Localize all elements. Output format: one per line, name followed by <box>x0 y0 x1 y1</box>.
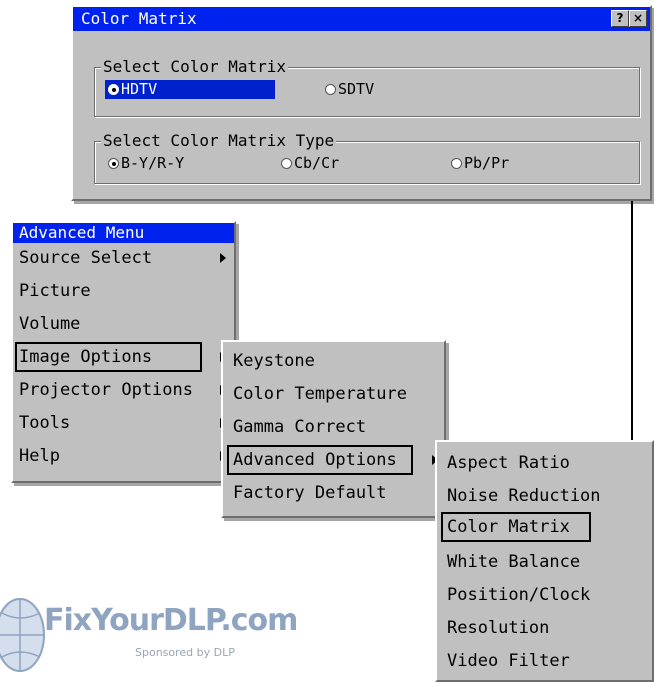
group-label: Select Color Matrix <box>101 57 289 77</box>
help-button[interactable]: ? <box>611 10 629 27</box>
radio-label: HDTV <box>121 80 158 98</box>
dialog-title: Color Matrix <box>81 9 197 28</box>
menu-item-source-select[interactable]: Source Select <box>13 243 234 273</box>
menu-item-resolution[interactable]: Resolution <box>441 613 650 643</box>
menu-item-label: Position/Clock <box>447 585 591 605</box>
menu-item-label: Image Options <box>15 342 202 372</box>
menu-item-projector-options[interactable]: Projector Options <box>13 375 234 405</box>
menu-item-label: Tools <box>19 413 71 433</box>
radio-off-icon <box>451 158 462 169</box>
radio-by-ry[interactable]: B-Y/R-Y <box>108 154 184 173</box>
menu-item-keystone[interactable]: Keystone <box>227 346 442 376</box>
radio-on-icon <box>108 84 119 95</box>
menu-item-label: Color Matrix <box>441 512 591 542</box>
select-color-matrix-type-group: Select Color Matrix Type B-Y/R-Y Cb/Cr P… <box>94 131 640 184</box>
menu-item-label: Noise Reduction <box>447 486 601 506</box>
menu-item-image-options[interactable]: Image Options <box>13 342 234 372</box>
radio-cb-cr[interactable]: Cb/Cr <box>281 154 339 173</box>
menu-item-label: Advanced Options <box>227 445 413 475</box>
watermark: FixYourDLP.com Sponsored by DLP <box>0 585 300 682</box>
menu-item-video-filter[interactable]: Video Filter <box>441 646 650 676</box>
radio-label: Pb/Pr <box>464 154 510 172</box>
select-color-matrix-group: Select Color Matrix HDTV SDTV <box>94 57 640 117</box>
menu-item-advanced-options[interactable]: Advanced Options <box>227 445 442 475</box>
menu-item-label: Video Filter <box>447 651 570 671</box>
menu-item-label: Help <box>19 446 60 466</box>
radio-pb-pr[interactable]: Pb/Pr <box>451 154 509 173</box>
menu-item-label: White Balance <box>447 552 581 572</box>
color-matrix-dialog: Color Matrix ? × Select Color Matrix HDT… <box>71 5 652 201</box>
menu-item-label: Factory Default <box>233 483 387 503</box>
menu-item-color-matrix[interactable]: Color Matrix <box>441 512 650 542</box>
radio-label: Cb/Cr <box>294 154 340 172</box>
menu-item-tools[interactable]: Tools <box>13 408 234 438</box>
radio-hdtv[interactable]: HDTV <box>105 80 275 99</box>
menu-item-noise-reduction[interactable]: Noise Reduction <box>441 481 650 511</box>
watermark-text: FixYourDLP.com <box>44 603 298 638</box>
watermark-sponsor: Sponsored by DLP <box>135 646 235 659</box>
menu-item-label: Source Select <box>19 248 153 268</box>
advanced-menu-title: Advanced Menu <box>13 223 234 243</box>
group-label: Select Color Matrix Type <box>101 131 337 151</box>
menu-item-label: Volume <box>19 314 81 334</box>
radio-off-icon <box>281 158 292 169</box>
menu-item-label: Projector Options <box>19 380 193 400</box>
advanced-options-menu: Aspect Ratio Noise Reduction Color Matri… <box>435 440 654 682</box>
radio-label: SDTV <box>338 80 375 98</box>
menu-item-label: Color Temperature <box>233 384 407 404</box>
menu-item-help[interactable]: Help <box>13 441 234 471</box>
menu-item-label: Aspect Ratio <box>447 453 570 473</box>
advanced-menu: Advanced Menu Source Select Picture Volu… <box>11 221 236 483</box>
menu-item-picture[interactable]: Picture <box>13 276 234 306</box>
menu-item-white-balance[interactable]: White Balance <box>441 547 650 577</box>
menu-item-label: Picture <box>19 281 91 301</box>
menu-item-gamma-correct[interactable]: Gamma Correct <box>227 412 442 442</box>
menu-item-aspect-ratio[interactable]: Aspect Ratio <box>441 448 650 478</box>
globe-logo-icon <box>0 598 45 672</box>
menu-item-label: Keystone <box>233 351 315 371</box>
menu-item-volume[interactable]: Volume <box>13 309 234 339</box>
radio-on-icon <box>108 158 119 169</box>
menu-item-factory-default[interactable]: Factory Default <box>227 478 442 508</box>
radio-off-icon <box>325 84 336 95</box>
dialog-titlebar: Color Matrix ? × <box>73 7 650 31</box>
menu-item-label: Gamma Correct <box>233 417 367 437</box>
image-options-menu: Keystone Color Temperature Gamma Correct… <box>221 340 446 518</box>
radio-sdtv[interactable]: SDTV <box>325 80 374 99</box>
menu-item-position-clock[interactable]: Position/Clock <box>441 580 650 610</box>
submenu-arrow-icon <box>220 253 226 263</box>
menu-item-label: Resolution <box>447 618 550 638</box>
close-button[interactable]: × <box>629 10 647 27</box>
radio-label: B-Y/R-Y <box>121 154 185 172</box>
menu-item-color-temperature[interactable]: Color Temperature <box>227 379 442 409</box>
